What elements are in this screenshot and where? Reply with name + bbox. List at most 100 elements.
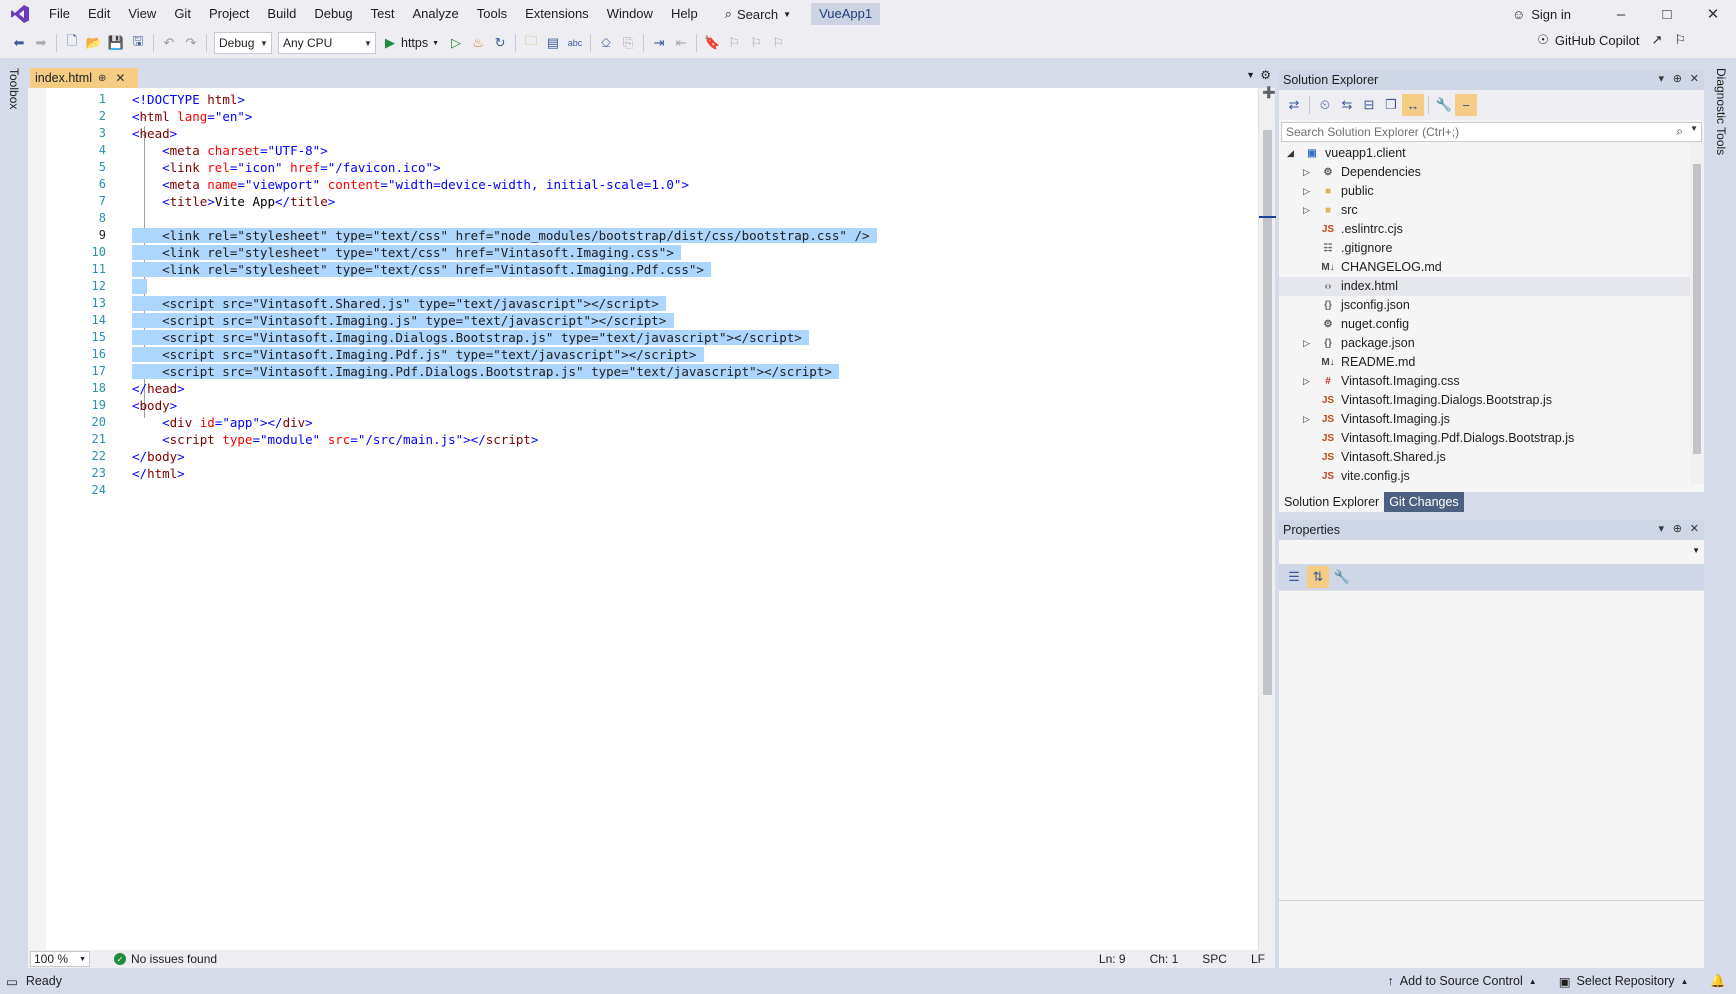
code-line[interactable]: <head> [132, 125, 1242, 142]
chevron-down-icon[interactable]: ▾ [1658, 522, 1664, 535]
solution-name-badge[interactable]: VueApp1 [811, 3, 881, 25]
code-line[interactable]: <script src="Vintasoft.Imaging.Dialogs.B… [132, 329, 1242, 346]
code-line[interactable]: </body> [132, 448, 1242, 465]
expand-arrow-icon[interactable]: ▷ [1303, 410, 1310, 429]
configuration-dropdown[interactable]: Debug ▼ [214, 32, 272, 54]
code-line[interactable]: <script src="Vintasoft.Imaging.js" type=… [132, 312, 1242, 329]
tree-item[interactable]: ▷ ■ src [1279, 201, 1704, 220]
line-ending-indicator[interactable]: LF [1251, 952, 1265, 966]
menu-build[interactable]: Build [258, 0, 305, 28]
property-pages-icon[interactable]: 🔧 [1331, 566, 1353, 588]
back-icon[interactable]: ⬅ [8, 32, 30, 54]
code-line[interactable]: <meta name="viewport" content="width=dev… [132, 176, 1242, 193]
tree-item[interactable]: JS Vintasoft.Shared.js [1279, 448, 1704, 467]
tree-item[interactable]: JS Vintasoft.Imaging.Dialogs.Bootstrap.js [1279, 391, 1704, 410]
tree-item[interactable]: ▷ {} package.json [1279, 334, 1704, 353]
close-window-button[interactable]: ✕ [1690, 0, 1736, 28]
collapse-arrow-icon[interactable]: ◢ [1287, 144, 1294, 163]
tree-item[interactable]: ☷ .gitignore [1279, 239, 1704, 258]
chevron-down-icon[interactable]: ▼ [1690, 124, 1698, 133]
feedback-icon[interactable]: ⚐ [1674, 32, 1686, 48]
undo-icon[interactable]: ↶ [158, 32, 180, 54]
sign-in-button[interactable]: ☺ Sign in [1512, 0, 1571, 28]
show-all-files-icon[interactable]: ❐ [1380, 94, 1402, 116]
code-line[interactable] [132, 482, 1242, 499]
code-line[interactable] [132, 210, 1242, 227]
code-line[interactable]: </head> [132, 380, 1242, 397]
minimize-button[interactable]: – [1598, 0, 1644, 28]
code-editor[interactable]: 1 2 3 4 5 6 7 8 9 10 11 12 13 14 15 16 17 18 19 20 21 22 23 24 … [28, 88, 1258, 950]
close-icon[interactable]: ✕ [1690, 72, 1699, 85]
menu-window[interactable]: Window [598, 0, 662, 28]
code-line[interactable]: <script src="Vintasoft.Shared.js" type="… [132, 295, 1242, 312]
visual-studio-logo-icon[interactable] [0, 0, 40, 28]
menu-analyze[interactable]: Analyze [403, 0, 467, 28]
redo-icon[interactable]: ↷ [180, 32, 202, 54]
search-button[interactable]: ⌕ Search ▼ [717, 6, 799, 22]
collapse-all-icon[interactable]: ⊟ [1358, 94, 1380, 116]
start-debugging-icon[interactable]: ▶ [379, 32, 401, 54]
add-to-source-control-button[interactable]: ↑ Add to Source Control ▲ [1388, 974, 1537, 988]
diagnostic-tools-tab[interactable]: Diagnostic Tools [1706, 58, 1736, 968]
save-all-icon[interactable]: 🖫 [127, 32, 149, 54]
line-indicator[interactable]: Ln: 9 [1099, 952, 1126, 966]
code-line[interactable]: <script src="Vintasoft.Imaging.Pdf.Dialo… [132, 363, 1242, 380]
maximize-button[interactable]: □ [1644, 0, 1690, 28]
pin-icon[interactable]: ⊕ [1673, 72, 1682, 85]
search-icon[interactable]: ⌕ [1676, 124, 1683, 139]
alphabetical-icon[interactable]: ⇅ [1307, 566, 1329, 588]
pin-icon[interactable]: ⊕ [98, 73, 106, 84]
menu-tools[interactable]: Tools [468, 0, 516, 28]
menu-project[interactable]: Project [200, 0, 258, 28]
code-line[interactable]: </html> [132, 465, 1242, 482]
scrollbar-thumb[interactable] [1263, 130, 1272, 695]
code-line[interactable]: <link rel="stylesheet" type="text/css" h… [132, 261, 1242, 278]
issues-indicator[interactable]: ✓ No issues found [114, 952, 217, 966]
tree-item[interactable]: ⚙ nuget.config [1279, 315, 1704, 334]
github-copilot-button[interactable]: ☉ GitHub Copilot ↗ ⚐ [1537, 32, 1686, 48]
editor-vertical-scrollbar[interactable]: ➕ [1258, 86, 1276, 950]
menu-file[interactable]: File [40, 0, 79, 28]
select-repository-button[interactable]: ▣ Select Repository ▲ [1559, 974, 1689, 989]
split-icon[interactable]: ➕ [1262, 86, 1276, 99]
open-folder-icon[interactable]: 📂 [83, 32, 105, 54]
tab-overflow-icon[interactable]: ▼ [1246, 70, 1255, 80]
notifications-bell-icon[interactable]: 🔔 [1710, 974, 1726, 989]
expand-arrow-icon[interactable]: ▷ [1303, 163, 1310, 182]
indent-icon[interactable]: ⇥ [648, 32, 670, 54]
forward-icon[interactable]: ➡ [30, 32, 52, 54]
clear-bookmarks-icon[interactable]: ⚐ [767, 32, 789, 54]
browse-icon[interactable]: 🗀 [520, 32, 542, 54]
tree-item[interactable]: JS vite.config.js [1279, 467, 1704, 486]
code-line[interactable]: <link rel="icon" href="/favicon.ico"> [132, 159, 1242, 176]
code-line[interactable]: <link rel="stylesheet" type="text/css" h… [132, 227, 1242, 244]
menu-edit[interactable]: Edit [79, 0, 119, 28]
code-line[interactable]: <html lang="en"> [132, 108, 1242, 125]
expand-arrow-icon[interactable]: ▷ [1303, 201, 1310, 220]
hot-reload-icon[interactable]: ♨ [467, 32, 489, 54]
char-indicator[interactable]: Ch: 1 [1150, 952, 1179, 966]
new-project-icon[interactable]: 🗋 [61, 32, 83, 54]
code-line[interactable]: <link rel="stylesheet" type="text/css" h… [132, 244, 1242, 261]
code-line[interactable]: <body> [132, 397, 1242, 414]
tree-item[interactable]: JS .eslintrc.cjs [1279, 220, 1704, 239]
menu-test[interactable]: Test [362, 0, 404, 28]
code-line[interactable]: <title>Vite App</title> [132, 193, 1242, 210]
tree-item[interactable]: ‹› index.html [1279, 277, 1704, 296]
expand-arrow-icon[interactable]: ▷ [1303, 182, 1310, 201]
code-line[interactable]: <div id="app"></div> [132, 414, 1242, 431]
close-icon[interactable]: ✕ [1690, 522, 1699, 535]
bookmark-icon[interactable]: 🔖 [701, 32, 723, 54]
layout-icon[interactable]: ▤ [542, 32, 564, 54]
next-bookmark-icon[interactable]: ⚐ [745, 32, 767, 54]
switch-views-icon[interactable]: ⇄ [1283, 94, 1305, 116]
tree-item[interactable]: JS Vintasoft.Imaging.Pdf.Dialogs.Bootstra… [1279, 429, 1704, 448]
menu-help[interactable]: Help [662, 0, 707, 28]
tree-item[interactable]: M↓ README.md [1279, 353, 1704, 372]
menu-view[interactable]: View [119, 0, 165, 28]
object-selector-dropdown[interactable]: ▼ [1279, 540, 1704, 564]
zoom-dropdown[interactable]: 100 % ▼ [30, 951, 90, 967]
menu-git[interactable]: Git [165, 0, 200, 28]
restart-icon[interactable]: ↻ [489, 32, 511, 54]
share-icon[interactable]: ↗ [1651, 32, 1662, 48]
